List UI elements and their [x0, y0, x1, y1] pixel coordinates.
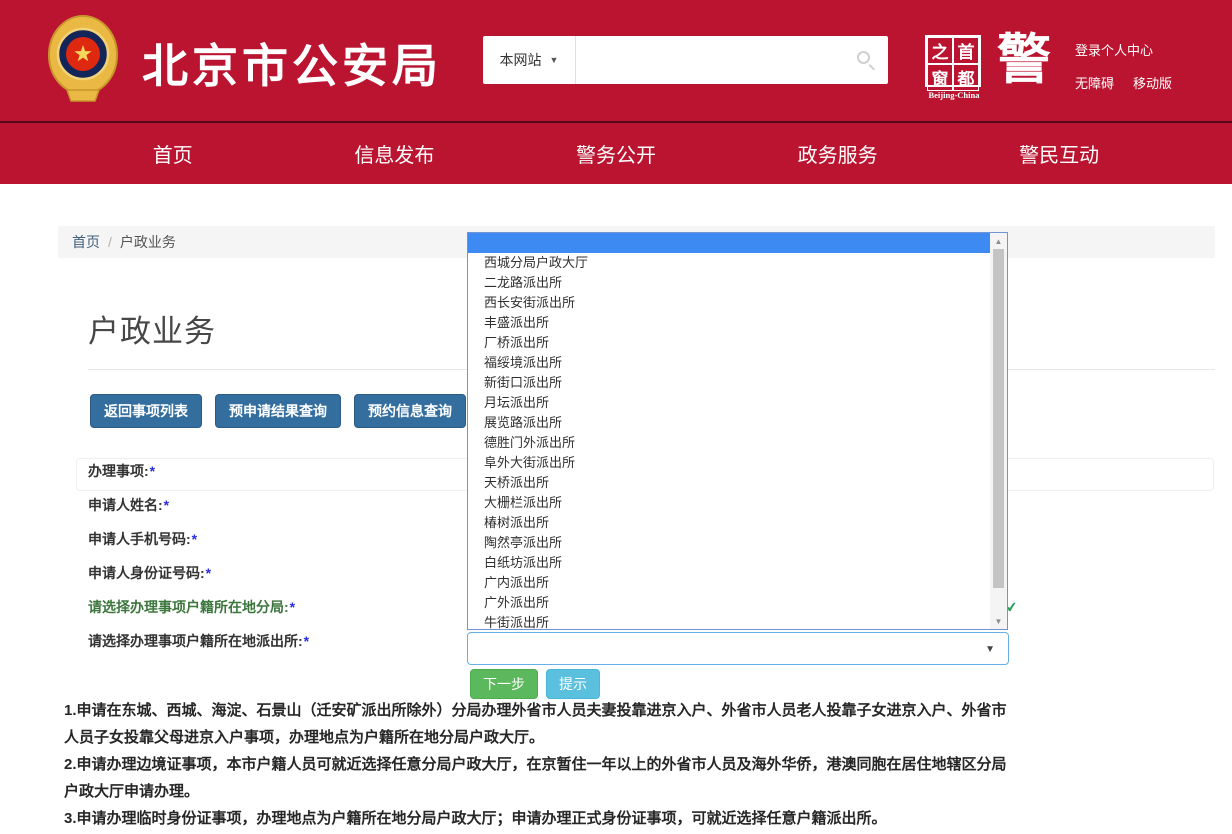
nav-item[interactable]: 警务公开 — [505, 123, 727, 184]
search-input[interactable] — [576, 36, 888, 84]
station-select[interactable]: ▼ — [467, 632, 1009, 665]
mobile-version-link[interactable]: 移动版 — [1133, 73, 1172, 92]
required-asterisk: * — [290, 599, 295, 615]
capital-char: 窗 — [927, 64, 953, 91]
toolbar-button[interactable]: 预约信息查询 — [354, 394, 466, 428]
dropdown-scrollbar[interactable]: ▲ ▼ — [990, 233, 1007, 629]
capital-char: 都 — [953, 64, 979, 91]
field-label: 申请人手机号码: — [88, 529, 191, 549]
dropdown-option[interactable]: 福绥境派出所 — [468, 353, 990, 373]
scrollbar-thumb[interactable] — [993, 249, 1004, 588]
nav-list: 首页 信息发布 警务公开 政务服务 警民互动 — [62, 123, 1170, 184]
instruction-note: 3.申请办理临时身份证事项，办理地点为户籍所在地分局户政大厅；申请办理正式身份证… — [64, 805, 1014, 832]
field-label: 申请人身份证号码: — [88, 563, 205, 583]
field-label: 办理事项: — [88, 461, 149, 481]
action-buttons: 下一步 提示 — [470, 669, 600, 699]
dropdown-option[interactable]: 西城分局户政大厅 — [468, 253, 990, 273]
field-label: 请选择办理事项户籍所在地分局: — [88, 597, 289, 617]
dropdown-option[interactable]: 广外派出所 — [468, 593, 990, 613]
breadcrumb-separator: / — [108, 234, 112, 250]
breadcrumb-home-link[interactable]: 首页 — [72, 232, 100, 252]
login-personal-center-link[interactable]: 登录个人中心 — [1075, 40, 1153, 59]
search-bar: 本网站 ▼ — [483, 36, 888, 84]
capital-window-caption: Beijing-China — [925, 90, 983, 100]
form-fields: 办理事项: * 申请人姓名: * 申请人手机号码: * 申请人身份证号码: * … — [88, 454, 458, 658]
police-wei-logo: 警 — [993, 30, 1055, 90]
dropdown-selected-blank-option[interactable] — [468, 233, 990, 253]
page: 北京市公安局 本网站 ▼ 之 首 窗 都 Beijing-China 警 登录个… — [0, 0, 1232, 834]
tip-button[interactable]: 提示 — [546, 669, 600, 699]
dropdown-option[interactable]: 厂桥派出所 — [468, 333, 990, 353]
dropdown-option[interactable]: 德胜门外派出所 — [468, 433, 990, 453]
field-label: 请选择办理事项户籍所在地派出所: — [88, 631, 303, 651]
scroll-up-icon[interactable]: ▲ — [990, 233, 1007, 249]
form-field-row: 申请人手机号码: * — [88, 522, 458, 556]
required-asterisk: * — [304, 633, 309, 649]
search-icon[interactable] — [857, 51, 870, 64]
search-scope-label: 本网站 — [500, 50, 542, 70]
capital-char: 首 — [953, 37, 979, 64]
dropdown-option[interactable]: 阜外大街派出所 — [468, 453, 990, 473]
capital-char: 之 — [927, 37, 953, 64]
dropdown-option[interactable]: 大栅栏派出所 — [468, 493, 990, 513]
form-field-row: 请选择办理事项户籍所在地分局: * — [88, 590, 458, 624]
main-nav: 首页 信息发布 警务公开 政务服务 警民互动 — [0, 121, 1232, 184]
dropdown-option[interactable]: 展览路派出所 — [468, 413, 990, 433]
site-title: 北京市公安局 — [142, 30, 442, 96]
form-field-row: 请选择办理事项户籍所在地派出所: * — [88, 624, 458, 658]
nav-item[interactable]: 信息发布 — [284, 123, 506, 184]
dropdown-option[interactable]: 西长安街派出所 — [468, 293, 990, 313]
nav-item[interactable]: 警民互动 — [948, 123, 1170, 184]
required-asterisk: * — [206, 565, 211, 581]
dropdown-option[interactable]: 白纸坊派出所 — [468, 553, 990, 573]
nav-item[interactable]: 首页 — [62, 123, 284, 184]
search-scope-select[interactable]: 本网站 ▼ — [483, 36, 576, 84]
required-asterisk: * — [192, 531, 197, 547]
dropdown-option[interactable]: 二龙路派出所 — [468, 273, 990, 293]
dropdown-option[interactable]: 牛街派出所 — [468, 613, 990, 630]
toolbar: 返回事项列表 预申请结果查询 预约信息查询 — [90, 394, 466, 428]
dropdown-option[interactable]: 椿树派出所 — [468, 513, 990, 533]
toolbar-button[interactable]: 预申请结果查询 — [215, 394, 341, 428]
capital-window-logo[interactable]: 之 首 窗 都 Beijing-China — [925, 35, 983, 100]
dropdown-option[interactable]: 广内派出所 — [468, 573, 990, 593]
accessibility-link[interactable]: 无障碍 — [1075, 73, 1114, 92]
chevron-down-icon: ▼ — [985, 645, 995, 655]
station-dropdown-open: 西城分局户政大厅 二龙路派出所 西长安街派出所 丰盛派出所 厂桥派出所 福绥境派… — [467, 232, 1008, 630]
form-field-row: 办理事项: * — [88, 454, 458, 488]
form-field-row: 申请人身份证号码: * — [88, 556, 458, 590]
instruction-note: 1.申请在东城、西城、海淀、石景山（迁安矿派出所除外）分局办理外省市人员夫妻投靠… — [64, 697, 1014, 751]
required-asterisk: * — [150, 463, 155, 479]
field-label: 申请人姓名: — [88, 495, 163, 515]
instruction-note: 2.申请办理边境证事项，本市户籍人员可就近选择任意分局户政大厅，在京暂住一年以上… — [64, 751, 1014, 805]
dropdown-option[interactable]: 天桥派出所 — [468, 473, 990, 493]
dropdown-option[interactable]: 陶然亭派出所 — [468, 533, 990, 553]
instruction-notes: 1.申请在东城、西城、海淀、石景山（迁安矿派出所除外）分局办理外省市人员夫妻投靠… — [64, 697, 1014, 834]
capital-window-grid: 之 首 窗 都 — [925, 35, 981, 87]
required-asterisk: * — [164, 497, 169, 513]
dropdown-option[interactable]: 月坛派出所 — [468, 393, 990, 413]
next-step-button[interactable]: 下一步 — [470, 669, 538, 699]
site-header: 北京市公安局 本网站 ▼ 之 首 窗 都 Beijing-China 警 登录个… — [0, 0, 1232, 121]
scroll-down-icon[interactable]: ▼ — [990, 613, 1007, 629]
dropdown-option[interactable]: 新街口派出所 — [468, 373, 990, 393]
toolbar-button[interactable]: 返回事项列表 — [90, 394, 202, 428]
page-title: 户政业务 — [88, 306, 216, 351]
dropdown-option[interactable]: 丰盛派出所 — [468, 313, 990, 333]
dropdown-options: 西城分局户政大厅 二龙路派出所 西长安街派出所 丰盛派出所 厂桥派出所 福绥境派… — [468, 253, 990, 630]
form-field-row: 申请人姓名: * — [88, 488, 458, 522]
breadcrumb-current: 户政业务 — [120, 232, 176, 252]
nav-item[interactable]: 政务服务 — [727, 123, 949, 184]
chevron-down-icon: ▼ — [550, 56, 559, 65]
police-badge-logo — [46, 14, 120, 106]
